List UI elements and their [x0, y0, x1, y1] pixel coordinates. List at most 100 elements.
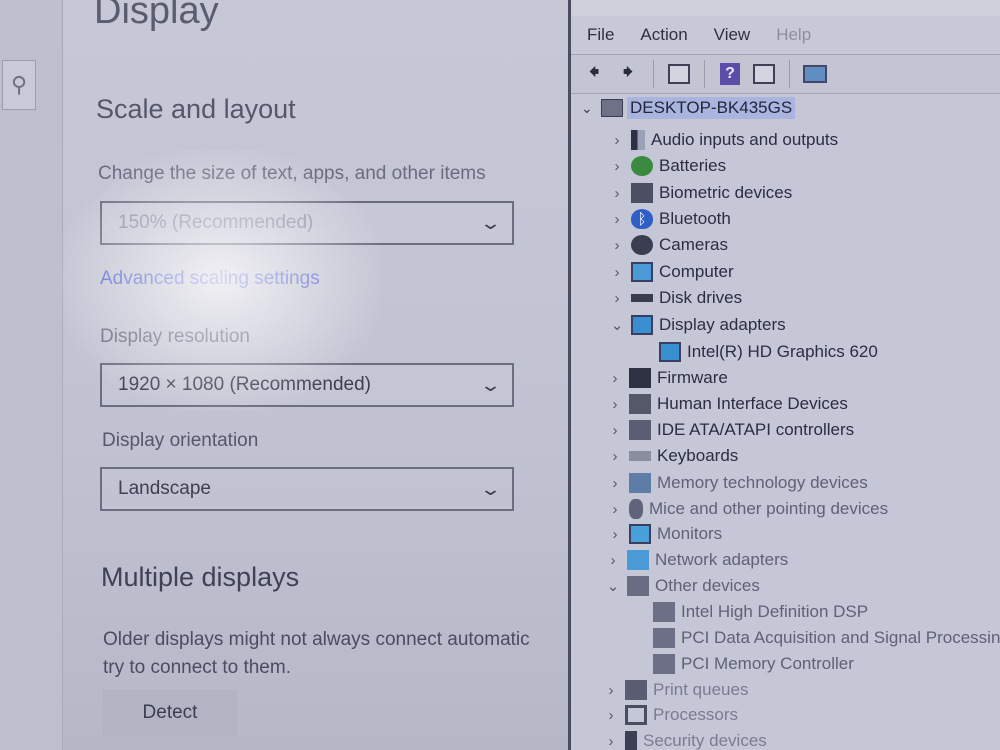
resolution-dropdown[interactable]: 1920 × 1080 (Recommended) ⌄	[100, 363, 514, 407]
chevron-right-icon[interactable]: ›	[605, 448, 625, 465]
tree-item-mice[interactable]: › Mice and other pointing devices	[605, 496, 888, 522]
chevron-right-icon[interactable]: ›	[605, 422, 625, 439]
description-line-2: try to connect to them.	[103, 657, 291, 678]
tree-item-security-devices[interactable]: › Security devices	[601, 728, 767, 750]
tree-item-firmware[interactable]: › Firmware	[605, 365, 728, 391]
menu-file[interactable]: File	[587, 25, 614, 45]
processor-icon	[625, 705, 647, 725]
tree-item-print-queues[interactable]: › Print queues	[601, 677, 748, 703]
chevron-right-icon[interactable]: ›	[607, 132, 627, 149]
tree-item-pci-memory-controller[interactable]: PCI Memory Controller	[629, 651, 854, 677]
search-icon[interactable]: ⚲	[2, 60, 36, 110]
tree-item-batteries[interactable]: › Batteries	[607, 153, 726, 179]
firmware-icon	[629, 368, 651, 388]
tree-item-label: Firmware	[657, 368, 728, 387]
tree-item-hid[interactable]: › Human Interface Devices	[605, 391, 848, 417]
tree-item-label: Mice and other pointing devices	[649, 499, 889, 518]
chevron-down-icon[interactable]: ⌄	[607, 316, 627, 334]
tree-item-memory-tech[interactable]: › Memory technology devices	[605, 470, 868, 496]
multiple-displays-heading: Multiple displays	[101, 562, 300, 592]
computer-icon	[631, 262, 653, 282]
chevron-right-icon[interactable]: ›	[601, 682, 621, 699]
tree-item-cameras[interactable]: › Cameras	[607, 232, 728, 258]
menu-help[interactable]: Help	[776, 25, 811, 45]
display-settings-pane: ⚲ Display Scale and layout Change the si…	[0, 0, 568, 750]
menu-view[interactable]: View	[714, 25, 751, 45]
chevron-right-icon[interactable]: ›	[607, 185, 627, 202]
chevron-right-icon[interactable]: ›	[605, 370, 625, 387]
display-adapter-icon	[659, 342, 681, 362]
chevron-right-icon[interactable]: ›	[603, 552, 623, 569]
tree-item-label: Keyboards	[657, 446, 739, 465]
tree-item-label: Display adapters	[659, 315, 786, 334]
audio-icon	[631, 130, 645, 150]
tree-item-ide[interactable]: › IDE ATA/ATAPI controllers	[605, 417, 854, 443]
tree-item-label: Computer	[659, 262, 734, 281]
tree-item-disk-drives[interactable]: › Disk drives	[607, 285, 743, 311]
other-devices-icon	[627, 576, 649, 596]
tree-item-label: Processors	[653, 705, 739, 724]
warning-device-icon	[653, 602, 675, 622]
chevron-right-icon[interactable]: ›	[605, 475, 625, 492]
tree-root[interactable]: ⌄ DESKTOP-BK435GS	[581, 95, 796, 121]
tree-item-audio[interactable]: › Audio inputs and outputs	[607, 127, 838, 153]
scan-hardware-icon[interactable]	[800, 60, 830, 88]
chevron-right-icon[interactable]: ›	[605, 501, 625, 518]
tree-item-label: Audio inputs and outputs	[651, 130, 839, 149]
tree-item-bluetooth[interactable]: › ᛒ Bluetooth	[607, 206, 731, 232]
chevron-right-icon[interactable]: ›	[605, 396, 625, 413]
properties-icon[interactable]	[749, 60, 779, 88]
toolbar-separator	[653, 60, 654, 88]
tree-item-label: Human Interface Devices	[657, 394, 848, 413]
resolution-value: 1920 × 1080 (Recommended)	[118, 374, 371, 395]
tree-item-computer[interactable]: › Computer	[607, 259, 734, 285]
chevron-down-icon[interactable]: ⌄	[603, 577, 623, 595]
chevron-right-icon[interactable]: ›	[605, 526, 625, 543]
chevron-right-icon[interactable]: ›	[607, 264, 627, 281]
chevron-down-icon[interactable]: ⌄	[581, 100, 597, 117]
help-icon[interactable]: ?	[715, 60, 745, 88]
tree-item-label: Biometric devices	[659, 183, 793, 202]
chevron-right-icon[interactable]: ›	[601, 707, 621, 724]
resolution-label: Display resolution	[100, 326, 250, 347]
menu-bar: File Action View Help	[571, 16, 1000, 54]
tree-item-intel-dsp[interactable]: Intel High Definition DSP	[629, 599, 868, 625]
orientation-dropdown[interactable]: Landscape ⌄	[100, 467, 514, 511]
tree-item-monitors[interactable]: › Monitors	[605, 521, 722, 547]
scale-value: 150% (Recommended)	[118, 212, 314, 233]
computer-icon	[601, 99, 623, 117]
advanced-scaling-link[interactable]: Advanced scaling settings	[100, 268, 320, 290]
tree-item-pci-data-acquisition[interactable]: PCI Data Acquisition and Signal Processi…	[629, 625, 1000, 651]
menu-action[interactable]: Action	[640, 25, 687, 45]
chevron-right-icon[interactable]: ›	[601, 733, 621, 750]
warning-device-icon	[653, 654, 675, 674]
mouse-icon	[629, 499, 643, 519]
chevron-right-icon[interactable]: ›	[607, 237, 627, 254]
tree-item-intel-hd-graphics[interactable]: Intel(R) HD Graphics 620	[635, 339, 878, 365]
forward-arrow-icon[interactable]: 🠺	[613, 59, 643, 88]
tree-item-label: PCI Data Acquisition and Signal Processi…	[681, 628, 1000, 647]
ide-icon	[629, 420, 651, 440]
chevron-right-icon[interactable]: ›	[607, 290, 627, 307]
tree-item-keyboards[interactable]: › Keyboards	[605, 443, 739, 469]
scale-dropdown[interactable]: 150% (Recommended) ⌄	[100, 201, 514, 245]
chevron-right-icon[interactable]: ›	[607, 158, 627, 175]
back-arrow-icon[interactable]: 🠸	[579, 59, 609, 88]
tree-item-other-devices[interactable]: ⌄ Other devices	[603, 573, 760, 599]
orientation-value: Landscape	[118, 478, 211, 499]
multiple-displays-description: Older displays might not always connect …	[103, 626, 568, 682]
chevron-right-icon[interactable]: ›	[607, 211, 627, 228]
detect-button[interactable]: Detect	[103, 690, 237, 736]
tree-item-display-adapters[interactable]: ⌄ Display adapters	[607, 312, 786, 338]
tree-item-network[interactable]: › Network adapters	[603, 547, 788, 573]
tree-item-biometric[interactable]: › Biometric devices	[607, 180, 792, 206]
printer-icon	[625, 680, 647, 700]
network-icon	[627, 550, 649, 570]
tree-item-label: Bluetooth	[659, 209, 731, 228]
keyboard-icon	[629, 451, 651, 461]
toolbar: 🠸 🠺 ?	[571, 54, 1000, 94]
show-hide-console-tree-icon[interactable]	[664, 60, 694, 88]
tree-item-label: Cameras	[659, 235, 728, 254]
tree-item-processors[interactable]: › Processors	[601, 702, 738, 728]
scale-label: Change the size of text, apps, and other…	[98, 163, 486, 184]
